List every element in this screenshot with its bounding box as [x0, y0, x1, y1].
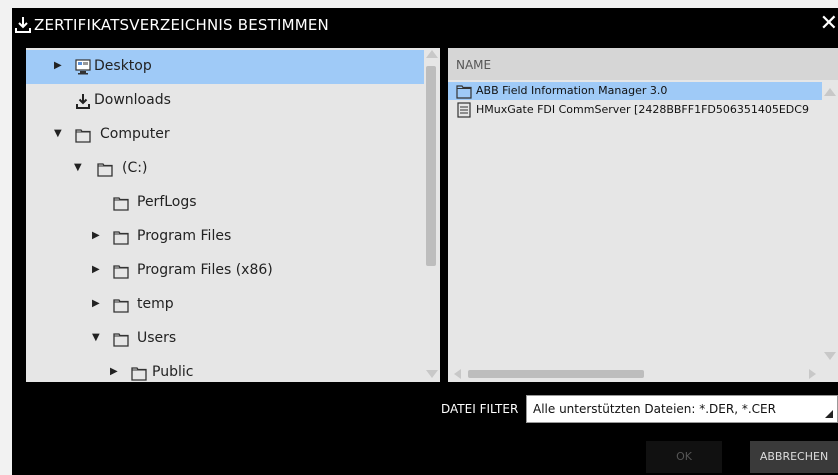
dropdown-caret-icon[interactable] [825, 410, 833, 418]
tree-item-label: Computer [100, 126, 170, 142]
file-name: HMuxGate FDI CommServer [2428BBFF1FD5063… [476, 103, 809, 116]
file-list-vertical-scrollbar[interactable] [822, 80, 838, 366]
tree-item-label: Downloads [94, 92, 171, 108]
tree-item-computer[interactable]: ▼ Computer [26, 118, 424, 152]
scroll-right-icon[interactable] [809, 369, 816, 379]
tree-item-desktop[interactable]: ▶ Desktop [26, 50, 424, 84]
file-name: ABB Field Information Manager 3.0 [476, 84, 668, 97]
tree-item-label: Program Files (x86) [137, 262, 273, 278]
collapse-arrow-icon[interactable]: ▼ [54, 128, 64, 140]
scroll-down-icon[interactable] [426, 370, 438, 378]
file-filter-select[interactable]: Alle unterstützten Dateien: *.DER, *.CER [526, 395, 838, 423]
tree-item-perflogs[interactable]: PerfLogs [26, 186, 424, 220]
folder-icon [113, 265, 129, 279]
tree-item-drive-c[interactable]: ▼ (C:) [26, 152, 424, 186]
collapse-arrow-icon[interactable]: ▼ [74, 162, 84, 174]
tree-item-program-files[interactable]: ▶ Program Files [26, 220, 424, 254]
tree-item-label: Public [152, 364, 194, 380]
tree-item-public[interactable]: ▶ Public [26, 356, 424, 382]
expand-arrow-icon[interactable]: ▶ [54, 60, 64, 72]
download-icon [15, 17, 31, 33]
file-list-panel[interactable]: NAME ABB Field Information Manager 3.0 H… [448, 48, 838, 382]
tree-item-label: PerfLogs [137, 194, 197, 210]
tree-item-label: Desktop [94, 58, 152, 74]
scroll-down-icon[interactable] [824, 352, 836, 360]
collapse-arrow-icon[interactable]: ▼ [92, 332, 102, 344]
folder-icon [113, 299, 129, 313]
scrollbar-thumb[interactable] [426, 66, 436, 266]
folder-icon [97, 163, 113, 177]
folder-icon [456, 85, 472, 99]
folder-icon [131, 367, 147, 381]
file-filter-label: DATEI FILTER [441, 402, 519, 416]
tree-item-temp[interactable]: ▶ temp [26, 288, 424, 322]
expand-arrow-icon[interactable]: ▶ [92, 298, 102, 310]
title-bar: ZERTIFIKATSVERZEICHNIS BESTIMMEN ✕ [12, 8, 838, 42]
file-row-hmuxgate-fdi-commserver[interactable]: HMuxGate FDI CommServer [2428BBFF1FD5063… [448, 101, 822, 119]
tree-item-users[interactable]: ▼ Users [26, 322, 424, 356]
folder-icon [113, 197, 129, 211]
folder-icon [113, 231, 129, 245]
file-icon [457, 102, 471, 118]
certificate-directory-dialog: ZERTIFIKATSVERZEICHNIS BESTIMMEN ✕ ▶ Des… [12, 8, 838, 475]
file-row-abb-field-information-manager[interactable]: ABB Field Information Manager 3.0 [448, 82, 822, 100]
tree-item-label: temp [137, 296, 174, 312]
desktop-icon [75, 59, 91, 75]
expand-arrow-icon[interactable]: ▶ [110, 366, 120, 378]
file-list-horizontal-scrollbar[interactable] [448, 366, 838, 382]
close-icon[interactable]: ✕ [820, 12, 838, 36]
file-filter-value: Alle unterstützten Dateien: *.DER, *.CER [533, 402, 776, 416]
tree-item-label: Users [137, 330, 177, 346]
tree-item-program-files-x86[interactable]: ▶ Program Files (x86) [26, 254, 424, 288]
folder-icon [75, 129, 91, 143]
column-header-name[interactable]: NAME [448, 48, 838, 80]
folder-icon [113, 333, 129, 347]
download-icon [76, 94, 90, 109]
ok-button[interactable]: OK [646, 441, 722, 473]
expand-arrow-icon[interactable]: ▶ [92, 230, 102, 242]
folder-tree[interactable]: ▶ Desktop Downloads ▼ Computer ▼ (C:) Pe… [26, 48, 440, 382]
tree-item-label: Program Files [137, 228, 232, 244]
scrollbar-thumb[interactable] [468, 370, 644, 378]
tree-item-label: (C:) [122, 160, 148, 176]
scroll-up-icon[interactable] [824, 88, 836, 96]
scroll-up-icon[interactable] [426, 50, 438, 58]
cancel-button[interactable]: ABBRECHEN [750, 441, 838, 473]
tree-item-downloads[interactable]: Downloads [26, 84, 424, 118]
tree-vertical-scrollbar[interactable] [424, 48, 440, 382]
expand-arrow-icon[interactable]: ▶ [92, 264, 102, 276]
dialog-title: ZERTIFIKATSVERZEICHNIS BESTIMMEN [34, 16, 329, 34]
scroll-left-icon[interactable] [454, 369, 461, 379]
